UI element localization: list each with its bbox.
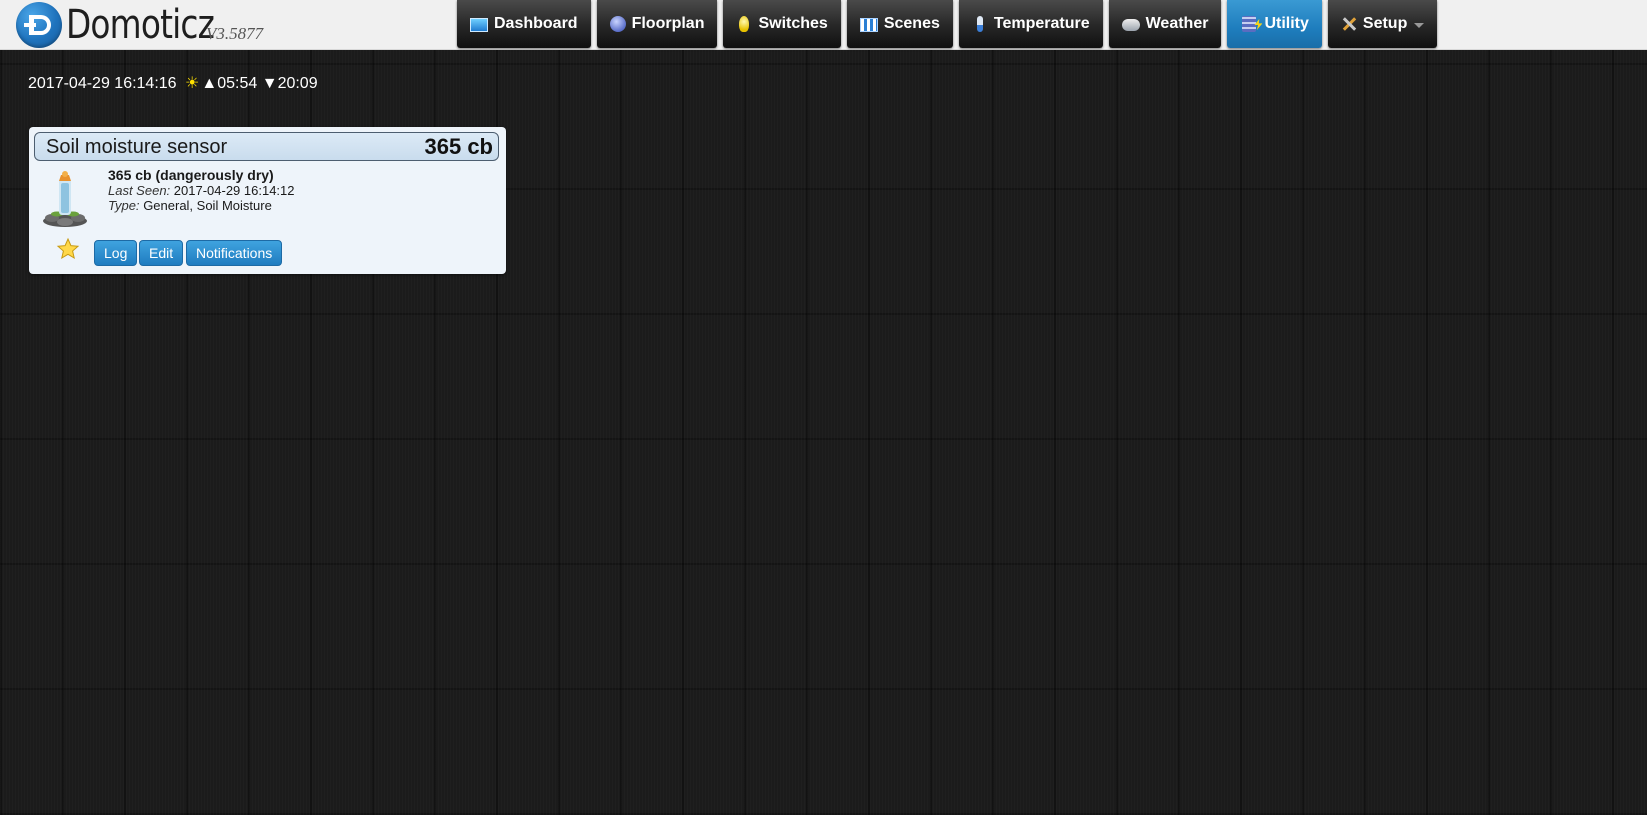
sunset-icon: ▼ [261, 75, 278, 92]
nav-dashboard[interactable]: Dashboard [457, 0, 591, 48]
log-button[interactable]: Log [94, 240, 138, 266]
time-bar: 2017-04-29 16:14:16 ☀ ▲05:54 ▼20:09 [28, 74, 318, 94]
type-value: General, Soil Moisture [143, 198, 272, 213]
device-card-header: Soil moisture sensor 365 cb [34, 132, 499, 161]
current-datetime: 2017-04-29 16:14:16 [28, 75, 177, 92]
notifications-button[interactable]: Notifications [186, 240, 283, 266]
domoticz-logo-icon [16, 2, 62, 48]
nav-dashboard-label: Dashboard [494, 15, 578, 32]
top-header: Domoticz V3.5877 Dashboard Floorplan Swi… [0, 0, 1647, 50]
utility-meter-icon [1242, 16, 1257, 32]
nav-temperature-label: Temperature [993, 15, 1090, 32]
nav-scenes-label: Scenes [883, 15, 940, 32]
floorplan-icon [609, 16, 626, 32]
soil-moisture-icon [43, 171, 87, 227]
edit-button[interactable]: Edit [139, 240, 184, 266]
last-seen-label: Last Seen: [108, 183, 171, 198]
tools-icon [1341, 16, 1357, 32]
nav-setup[interactable]: Setup [1327, 0, 1438, 48]
chevron-down-icon [1414, 22, 1425, 28]
nav-floorplan-label: Floorplan [631, 15, 705, 32]
sunset-time: 20:09 [277, 75, 318, 92]
nav-scenes[interactable]: Scenes [846, 0, 953, 48]
nav-switches[interactable]: Switches [723, 0, 841, 48]
nav-weather-label: Weather [1145, 15, 1209, 32]
type-row: Type: General, Soil Moisture [108, 198, 295, 213]
nav-floorplan[interactable]: Floorplan [596, 0, 718, 48]
device-name: Soil moisture sensor [46, 136, 228, 158]
favorite-star-icon[interactable] [56, 237, 80, 261]
rain-cloud-icon [1121, 19, 1140, 31]
nav-utility[interactable]: Utility [1227, 0, 1322, 48]
sunrise-icon: ▲ [201, 75, 218, 92]
last-seen-value: 2017-04-29 16:14:12 [173, 183, 295, 198]
last-seen-row: Last Seen: 2017-04-29 16:14:12 [108, 183, 295, 198]
nav-temperature[interactable]: Temperature [958, 0, 1103, 48]
main-nav: Dashboard Floorplan Switches Scenes Temp… [457, 0, 1443, 48]
device-status: 365 cb (dangerously dry) [108, 167, 274, 183]
clapperboard-icon [859, 18, 878, 32]
nav-setup-label: Setup [1362, 15, 1408, 32]
nav-switches-label: Switches [758, 15, 828, 32]
thermometer-icon [976, 16, 983, 32]
version-label: V3.5877 [206, 24, 264, 43]
sunrise-time: 05:54 [217, 75, 258, 92]
sun-icon: ☀ [185, 75, 200, 92]
device-info: 365 cb (dangerously dry) Last Seen: 2017… [108, 167, 295, 214]
device-card: Soil moisture sensor 365 cb 365 cb (dang… [29, 127, 506, 274]
device-value: 365 cb [424, 134, 494, 159]
nav-utility-label: Utility [1264, 15, 1309, 32]
dashboard-icon [470, 18, 488, 32]
lightbulb-icon [739, 16, 750, 32]
logo-text: Domoticz [66, 2, 215, 48]
type-label: Type: [108, 198, 140, 213]
nav-weather[interactable]: Weather [1108, 0, 1222, 48]
